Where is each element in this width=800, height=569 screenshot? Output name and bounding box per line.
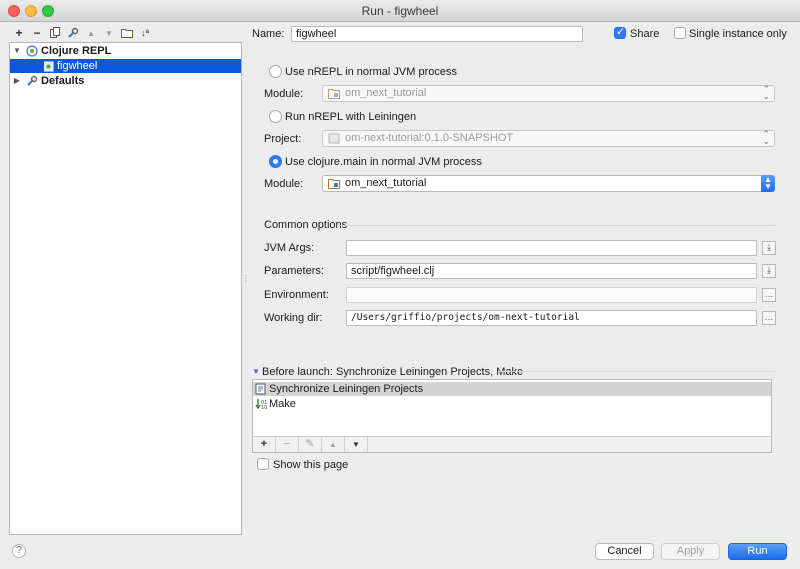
- move-up-icon[interactable]: ▲: [82, 26, 100, 40]
- updown-arrows-icon: ⌃ ⌄: [762, 129, 770, 146]
- single-instance-checkbox[interactable]: [674, 27, 686, 39]
- tree-item-defaults[interactable]: ▶ Defaults: [10, 74, 241, 88]
- expand-arrow-icon[interactable]: ▼: [12, 44, 22, 58]
- share-checkbox[interactable]: [614, 25, 626, 39]
- before-launch-title[interactable]: Before launch: Synchronize Leiningen Pro…: [262, 365, 523, 379]
- updown-arrows-icon: ▲ ▼: [761, 175, 775, 192]
- expand-field-icon[interactable]: ⤓: [762, 241, 776, 255]
- leiningen-sync-icon: [255, 383, 267, 395]
- module-icon: [328, 178, 340, 189]
- run-button[interactable]: Run: [728, 543, 787, 560]
- module-select-1[interactable]: om_next_tutorial ⌃ ⌄: [322, 85, 775, 102]
- configurations-toolbar: + − ▲ ▼ ↓ª: [10, 26, 154, 40]
- list-item-label: Make: [269, 398, 296, 410]
- common-options-title: Common options: [264, 219, 348, 231]
- add-task-icon[interactable]: +: [253, 437, 276, 452]
- zoom-window-button[interactable]: [42, 5, 54, 17]
- working-dir-input[interactable]: /Users/griffio/projects/om-next-tutorial: [346, 310, 757, 326]
- radio-clojure-main[interactable]: [269, 155, 282, 168]
- add-icon[interactable]: +: [10, 26, 28, 40]
- make-icon: 01 10: [255, 398, 267, 411]
- tree-item-figwheel[interactable]: figwheel: [10, 59, 241, 73]
- module-icon: [328, 88, 340, 99]
- environment-label: Environment:: [264, 289, 329, 301]
- list-item[interactable]: Synchronize Leiningen Projects: [253, 382, 771, 396]
- browse-environment-icon[interactable]: …: [762, 288, 776, 302]
- move-task-down-icon[interactable]: ▼: [345, 437, 368, 452]
- run-config-icon: [43, 60, 56, 72]
- show-this-page-checkbox[interactable]: [257, 458, 269, 470]
- share-label: Share: [630, 28, 660, 40]
- sort-icon[interactable]: ↓ª: [136, 26, 154, 40]
- before-launch-separator: [499, 371, 775, 372]
- leiningen-project-icon: [328, 133, 340, 144]
- before-launch-toolbar: + − ✎ ▲ ▼: [253, 436, 771, 452]
- radio-nrepl-lein[interactable]: [269, 110, 282, 123]
- common-options-separator: [337, 225, 775, 226]
- radio-nrepl-jvm-label: Use nREPL in normal JVM process: [285, 66, 457, 78]
- radio-nrepl-lein-label: Run nREPL with Leiningen: [285, 111, 417, 123]
- expand-field-icon[interactable]: ⤓: [762, 264, 776, 278]
- remove-task-icon[interactable]: −: [276, 437, 299, 452]
- defaults-icon: [26, 75, 38, 87]
- title-bar: Run - figwheel: [0, 0, 800, 22]
- minimize-window-button[interactable]: [25, 5, 37, 17]
- run-configuration-dialog: Run - figwheel + − ▲ ▼ ↓ª ▼ Clojure REPL: [0, 0, 800, 569]
- radio-clojure-main-label: Use clojure.main in normal JVM process: [285, 156, 482, 168]
- before-launch-list[interactable]: Synchronize Leiningen Projects 01 10 Make…: [252, 379, 772, 453]
- updown-arrows-icon: ⌃ ⌄: [762, 84, 770, 101]
- list-item[interactable]: 01 10 Make: [253, 397, 771, 411]
- radio-nrepl-jvm[interactable]: [269, 65, 282, 78]
- module-select-2[interactable]: om_next_tutorial ▲ ▼: [322, 175, 775, 192]
- tree-item-clojure-repl[interactable]: ▼ Clojure REPL: [10, 44, 241, 58]
- project-label: Project:: [264, 133, 302, 145]
- wrench-icon[interactable]: [64, 26, 82, 40]
- move-down-icon[interactable]: ▼: [100, 26, 118, 40]
- module-label: Module:: [264, 88, 304, 100]
- name-label: Name:: [252, 28, 285, 40]
- svg-text:10: 10: [261, 405, 267, 410]
- project-select[interactable]: om-next-tutorial:0.1.0-SNAPSHOT ⌃ ⌄: [322, 130, 775, 147]
- tree-item-label: Defaults: [41, 75, 85, 87]
- configurations-tree[interactable]: ▼ Clojure REPL figwheel ▶ Defaults: [9, 42, 242, 535]
- list-item-label: Synchronize Leiningen Projects: [269, 383, 424, 395]
- jvm-args-input[interactable]: [346, 240, 757, 256]
- browse-folder-icon[interactable]: …: [762, 311, 776, 325]
- project-select-value: om-next-tutorial:0.1.0-SNAPSHOT: [345, 132, 514, 144]
- splitter-handle[interactable]: ⋮: [242, 274, 250, 286]
- window-title: Run - figwheel: [361, 4, 439, 18]
- help-button[interactable]: ?: [12, 544, 26, 558]
- cancel-button[interactable]: Cancel: [595, 543, 654, 560]
- environment-input[interactable]: [346, 287, 757, 303]
- module-label-2: Module:: [264, 178, 304, 190]
- folder-icon[interactable]: [118, 26, 136, 40]
- single-instance-label: Single instance only: [689, 28, 787, 40]
- parameters-input[interactable]: script/figwheel.clj: [346, 263, 757, 279]
- module-select-1-value: om_next_tutorial: [345, 87, 427, 99]
- close-window-button[interactable]: [8, 5, 20, 17]
- show-this-page-label: Show this page: [273, 459, 349, 471]
- edit-task-icon[interactable]: ✎: [299, 437, 322, 452]
- parameters-label: Parameters:: [264, 265, 324, 277]
- remove-icon[interactable]: −: [28, 26, 46, 40]
- collapse-arrow-icon[interactable]: ▶: [12, 74, 22, 88]
- move-task-up-icon[interactable]: ▲: [322, 437, 345, 452]
- working-dir-label: Working dir:: [264, 312, 323, 324]
- tree-item-label: Clojure REPL: [41, 45, 112, 57]
- before-launch-collapse-icon[interactable]: ▼: [252, 365, 260, 379]
- module-select-2-value: om_next_tutorial: [345, 177, 427, 189]
- clojure-repl-icon: [26, 45, 38, 57]
- tree-item-label: figwheel: [57, 60, 98, 72]
- copy-icon[interactable]: [46, 26, 64, 40]
- apply-button[interactable]: Apply: [661, 543, 720, 560]
- name-input[interactable]: figwheel: [291, 26, 583, 42]
- jvm-args-label: JVM Args:: [264, 242, 315, 254]
